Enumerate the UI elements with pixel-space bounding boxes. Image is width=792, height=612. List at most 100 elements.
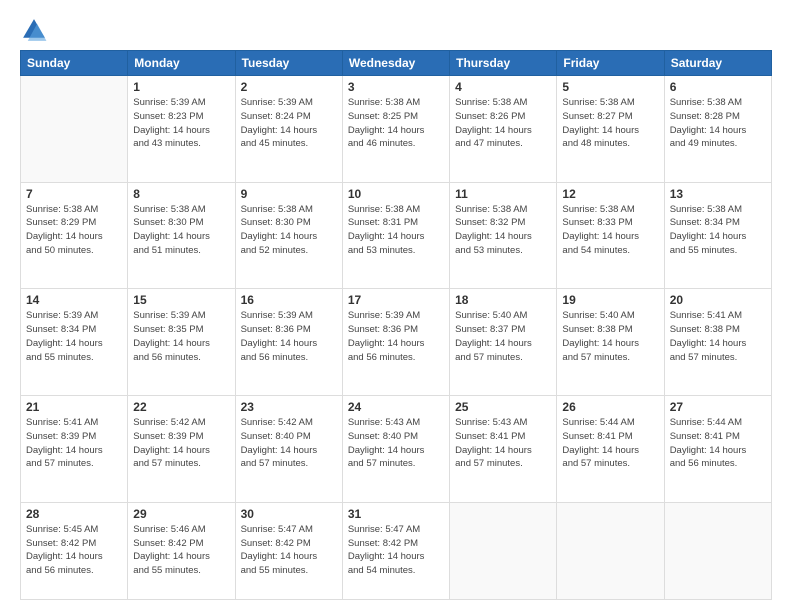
weekday-header: Monday [128,51,235,76]
calendar-cell: 19 Sunrise: 5:40 AMSunset: 8:38 PMDayligh… [557,289,664,396]
calendar-week-row: 1 Sunrise: 5:39 AMSunset: 8:23 PMDaylight… [21,76,772,183]
day-number: 21 [26,400,122,414]
day-info: Sunrise: 5:43 AMSunset: 8:40 PMDaylight:… [348,416,444,471]
day-info: Sunrise: 5:40 AMSunset: 8:38 PMDaylight:… [562,309,658,364]
day-info: Sunrise: 5:38 AMSunset: 8:30 PMDaylight:… [133,203,229,258]
day-info: Sunrise: 5:47 AMSunset: 8:42 PMDaylight:… [348,523,444,578]
calendar-cell: 5Sunrise: 5:38 AMSunset: 8:27 PMDaylight… [557,76,664,183]
day-info: Sunrise: 5:38 AMSunset: 8:30 PMDaylight:… [241,203,337,258]
calendar-cell: 13 Sunrise: 5:38 AMSunset: 8:34 PMDayligh… [664,182,771,289]
weekday-header: Tuesday [235,51,342,76]
day-number: 19 [562,293,658,307]
weekday-header: Saturday [664,51,771,76]
day-number: 1 [133,80,229,94]
day-number: 23 [241,400,337,414]
page: SundayMondayTuesdayWednesdayThursdayFrid… [0,0,792,612]
logo [20,16,52,44]
calendar-cell: 3Sunrise: 5:38 AMSunset: 8:25 PMDaylight… [342,76,449,183]
calendar-cell: 6 Sunrise: 5:38 AMSunset: 8:28 PMDaylight… [664,76,771,183]
day-number: 28 [26,507,122,521]
day-info: Sunrise: 5:40 AMSunset: 8:37 PMDaylight:… [455,309,551,364]
calendar-header-row: SundayMondayTuesdayWednesdayThursdayFrid… [21,51,772,76]
calendar-cell: 22 Sunrise: 5:42 AMSunset: 8:39 PMDayligh… [128,396,235,503]
calendar-cell: 10 Sunrise: 5:38 AMSunset: 8:31 PMDayligh… [342,182,449,289]
day-number: 29 [133,507,229,521]
calendar-cell: 12 Sunrise: 5:38 AMSunset: 8:33 PMDayligh… [557,182,664,289]
calendar-cell: 23 Sunrise: 5:42 AMSunset: 8:40 PMDayligh… [235,396,342,503]
day-info: Sunrise: 5:38 AMSunset: 8:34 PMDaylight:… [670,203,766,258]
day-number: 10 [348,187,444,201]
calendar-week-row: 21Sunrise: 5:41 AMSunset: 8:39 PMDayligh… [21,396,772,503]
day-info: Sunrise: 5:38 AMSunset: 8:33 PMDaylight:… [562,203,658,258]
calendar-cell: 14 Sunrise: 5:39 AMSunset: 8:34 PMDayligh… [21,289,128,396]
day-number: 26 [562,400,658,414]
day-number: 15 [133,293,229,307]
calendar-cell: 15 Sunrise: 5:39 AMSunset: 8:35 PMDayligh… [128,289,235,396]
calendar-week-row: 28 Sunrise: 5:45 AMSunset: 8:42 PMDayligh… [21,502,772,599]
calendar-cell [21,76,128,183]
calendar-cell: 27Sunrise: 5:44 AMSunset: 8:41 PMDayligh… [664,396,771,503]
day-info: Sunrise: 5:44 AMSunset: 8:41 PMDaylight:… [670,416,766,471]
day-number: 24 [348,400,444,414]
day-info: Sunrise: 5:39 AMSunset: 8:36 PMDaylight:… [241,309,337,364]
day-number: 8 [133,187,229,201]
calendar-cell: 21Sunrise: 5:41 AMSunset: 8:39 PMDayligh… [21,396,128,503]
header [20,16,772,44]
day-info: Sunrise: 5:44 AMSunset: 8:41 PMDaylight:… [562,416,658,471]
day-info: Sunrise: 5:38 AMSunset: 8:31 PMDaylight:… [348,203,444,258]
day-info: Sunrise: 5:39 AMSunset: 8:23 PMDaylight:… [133,96,229,151]
calendar-cell: 17 Sunrise: 5:39 AMSunset: 8:36 PMDayligh… [342,289,449,396]
day-number: 2 [241,80,337,94]
calendar-week-row: 7 Sunrise: 5:38 AMSunset: 8:29 PMDaylight… [21,182,772,289]
day-number: 4 [455,80,551,94]
weekday-header: Wednesday [342,51,449,76]
day-info: Sunrise: 5:38 AMSunset: 8:26 PMDaylight:… [455,96,551,151]
calendar-cell: 11 Sunrise: 5:38 AMSunset: 8:32 PMDayligh… [450,182,557,289]
day-info: Sunrise: 5:45 AMSunset: 8:42 PMDaylight:… [26,523,122,578]
day-number: 13 [670,187,766,201]
calendar-cell: 2 Sunrise: 5:39 AMSunset: 8:24 PMDaylight… [235,76,342,183]
day-info: Sunrise: 5:42 AMSunset: 8:39 PMDaylight:… [133,416,229,471]
calendar-cell: 1 Sunrise: 5:39 AMSunset: 8:23 PMDaylight… [128,76,235,183]
weekday-header: Friday [557,51,664,76]
day-number: 17 [348,293,444,307]
day-number: 3 [348,80,444,94]
calendar-week-row: 14 Sunrise: 5:39 AMSunset: 8:34 PMDayligh… [21,289,772,396]
day-number: 25 [455,400,551,414]
calendar-cell: 28 Sunrise: 5:45 AMSunset: 8:42 PMDayligh… [21,502,128,599]
day-info: Sunrise: 5:38 AMSunset: 8:27 PMDaylight:… [562,96,658,151]
day-info: Sunrise: 5:39 AMSunset: 8:35 PMDaylight:… [133,309,229,364]
day-number: 12 [562,187,658,201]
day-number: 31 [348,507,444,521]
day-number: 11 [455,187,551,201]
calendar-cell: 7 Sunrise: 5:38 AMSunset: 8:29 PMDaylight… [21,182,128,289]
day-info: Sunrise: 5:38 AMSunset: 8:28 PMDaylight:… [670,96,766,151]
calendar-cell: 9 Sunrise: 5:38 AMSunset: 8:30 PMDaylight… [235,182,342,289]
weekday-header: Thursday [450,51,557,76]
day-info: Sunrise: 5:38 AMSunset: 8:29 PMDaylight:… [26,203,122,258]
calendar-cell: 18 Sunrise: 5:40 AMSunset: 8:37 PMDayligh… [450,289,557,396]
day-info: Sunrise: 5:38 AMSunset: 8:32 PMDaylight:… [455,203,551,258]
calendar-cell: 24 Sunrise: 5:43 AMSunset: 8:40 PMDayligh… [342,396,449,503]
calendar-cell [557,502,664,599]
day-number: 18 [455,293,551,307]
day-number: 6 [670,80,766,94]
day-number: 20 [670,293,766,307]
calendar-cell: 26 Sunrise: 5:44 AMSunset: 8:41 PMDayligh… [557,396,664,503]
calendar-table: SundayMondayTuesdayWednesdayThursdayFrid… [20,50,772,600]
day-number: 22 [133,400,229,414]
calendar-cell: 8 Sunrise: 5:38 AMSunset: 8:30 PMDaylight… [128,182,235,289]
day-info: Sunrise: 5:39 AMSunset: 8:34 PMDaylight:… [26,309,122,364]
calendar-cell: 29 Sunrise: 5:46 AMSunset: 8:42 PMDayligh… [128,502,235,599]
day-number: 9 [241,187,337,201]
day-info: Sunrise: 5:46 AMSunset: 8:42 PMDaylight:… [133,523,229,578]
day-info: Sunrise: 5:39 AMSunset: 8:36 PMDaylight:… [348,309,444,364]
day-number: 14 [26,293,122,307]
day-info: Sunrise: 5:42 AMSunset: 8:40 PMDaylight:… [241,416,337,471]
calendar-cell: 4 Sunrise: 5:38 AMSunset: 8:26 PMDaylight… [450,76,557,183]
calendar-cell: 30Sunrise: 5:47 AMSunset: 8:42 PMDayligh… [235,502,342,599]
day-number: 30 [241,507,337,521]
calendar-cell: 31 Sunrise: 5:47 AMSunset: 8:42 PMDayligh… [342,502,449,599]
day-info: Sunrise: 5:39 AMSunset: 8:24 PMDaylight:… [241,96,337,151]
day-number: 7 [26,187,122,201]
